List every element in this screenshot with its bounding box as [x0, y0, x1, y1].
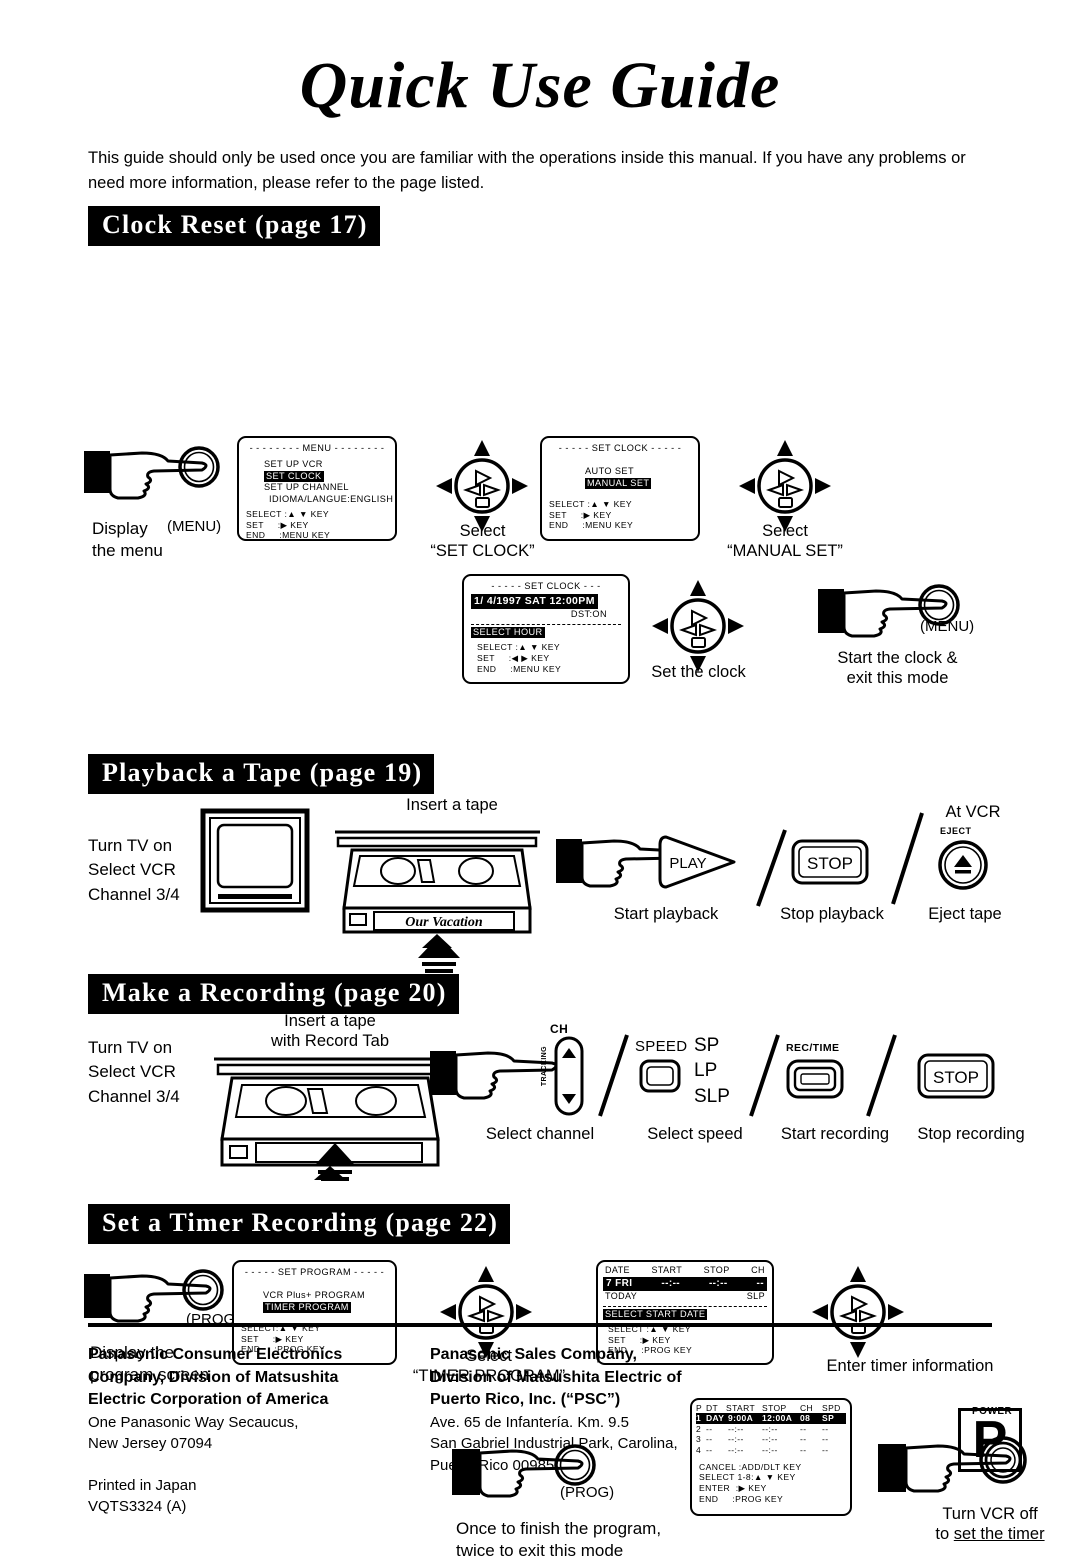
osd-clock-dst: DST:ON	[471, 609, 621, 621]
svg-text:PLAY: PLAY	[669, 855, 706, 872]
eject-label: EJECT	[940, 826, 972, 836]
separator-slash-2	[888, 809, 928, 914]
osd-timer-entry-prompt: SELECT START DATE	[603, 1309, 707, 1321]
clock-step1-caption: Display the menu	[92, 518, 163, 564]
osd-timer-entry-row: 7 FRI --:-- --:-- --	[603, 1277, 767, 1292]
playback-eject-caption: Eject tape	[905, 904, 1025, 924]
clock-step4-caption: Set the clock	[636, 662, 761, 682]
dpad-cluster-enter-timer-info[interactable]	[810, 1264, 906, 1365]
playback-play-caption: Start playback	[586, 904, 746, 924]
timer-step5-caption: Turn VCR off to set the timer	[900, 1504, 1080, 1544]
osd-clock-set-screen: - - - - - SET CLOCK - - - 1/ 4/1997 SAT …	[462, 574, 630, 684]
tv-set-icon	[200, 808, 310, 918]
playback-insert-label: Insert a tape	[352, 795, 552, 815]
manual-page: Quick Use Guide This guide should only b…	[0, 0, 1080, 1517]
recording-insert-label: Insert a tape with Record Tab	[215, 1011, 445, 1051]
osd-menu-item-1: SET CLOCK	[264, 471, 388, 483]
svg-text:STOP: STOP	[933, 1068, 979, 1087]
osd-clock-datetime: 1/ 4/1997 SAT 12:00PM	[471, 594, 598, 609]
recording-tv-instructions: Turn TV on Select VCR Channel 3/4	[88, 1036, 180, 1110]
footer-divider	[88, 1323, 992, 1327]
playback-at-vcr-label: At VCR	[918, 802, 1028, 822]
osd-set-clock-title: - - - - - SET CLOCK - - - - -	[549, 443, 691, 455]
svg-text:STOP: STOP	[807, 854, 853, 873]
channel-rocker-label: CH	[550, 1022, 568, 1036]
clock-step2-caption: Select “SET CLOCK”	[410, 521, 555, 561]
osd-menu-item-3: IDIOMA/LANGUE:ENGLISH	[264, 494, 388, 506]
vhs-tape-insert-icon: Our Vacation	[330, 824, 545, 954]
timer-set-timer-line: to set the timer	[900, 1524, 1080, 1544]
speed-button[interactable]	[638, 1058, 682, 1099]
separator-slash-3	[594, 1031, 634, 1126]
clock-step5-caption: Start the clock & exit this mode	[790, 648, 1005, 688]
osd-set-clock-item-0: AUTO SET	[585, 466, 691, 478]
hand-press-menu-exit-icon[interactable]	[818, 581, 968, 653]
rec-time-button[interactable]	[785, 1058, 845, 1105]
separator-slash-4	[745, 1031, 785, 1126]
footer-printed-block: Printed in Japan VQTS3324 (A)	[88, 1475, 418, 1518]
channel-tracking-rocker[interactable]	[550, 1036, 588, 1121]
stop-button-playback[interactable]: STOP	[790, 838, 870, 891]
section-header-clock-reset: Clock Reset (page 17)	[88, 206, 380, 246]
stop-button-recording[interactable]: STOP	[916, 1052, 996, 1105]
footer-right-block: Panasonic Sales Company, Division of Mat…	[430, 1344, 790, 1476]
menu-exit-button-label: (MENU)	[920, 618, 974, 635]
section-clock-reset: Clock Reset (page 17) (MENU) Display the…	[0, 196, 1080, 246]
osd-menu-item-2: SET UP CHANNEL	[264, 482, 388, 494]
recording-channel-caption: Select channel	[450, 1124, 630, 1144]
osd-set-clock-screen: - - - - - SET CLOCK - - - - - AUTO SET M…	[540, 436, 700, 541]
section-header-recording: Make a Recording (page 20)	[88, 974, 459, 1014]
osd-clock-set-title: - - - - - SET CLOCK - - -	[471, 581, 621, 593]
osd-clock-prompt: SELECT HOUR	[471, 627, 545, 639]
osd-menu-title: - - - - - - - - MENU - - - - - - - -	[246, 443, 388, 455]
tracking-label: TRACKING	[541, 1046, 548, 1086]
section-header-playback: Playback a Tape (page 19)	[88, 754, 434, 794]
osd-set-program-item-1: TIMER PROGRAM	[263, 1302, 388, 1314]
speed-options: SP LP SLP	[694, 1033, 730, 1110]
insert-arrow-recording-icon	[300, 1143, 370, 1190]
eject-button-icon[interactable]	[936, 838, 990, 897]
playback-tv-instructions: Turn TV on Select VCR Channel 3/4	[88, 834, 180, 908]
clock-step3-caption: Select “MANUAL SET”	[700, 521, 870, 561]
hand-press-menu-icon[interactable]	[84, 441, 224, 513]
timer-step3-caption: Enter timer information	[780, 1356, 1040, 1376]
speed-button-label: SPEED	[635, 1038, 687, 1055]
osd-set-clock-keys: SELECT :▲ ▼ KEY SET :▶ KEY END :MENU KEY	[549, 499, 691, 531]
menu-button-label: (MENU)	[167, 518, 221, 535]
svg-text:Our Vacation: Our Vacation	[405, 915, 483, 930]
rec-time-button-label: REC/TIME	[786, 1042, 839, 1054]
playback-stop-caption: Stop playback	[762, 904, 902, 924]
osd-set-program-item-0: VCR Plus+ PROGRAM	[263, 1290, 388, 1302]
osd-timer-today-label: TODAY	[605, 1291, 637, 1302]
osd-menu-keys: SELECT :▲ ▼ KEY SET :▶ KEY END :MENU KEY	[246, 509, 388, 541]
recording-stop-caption: Stop recording	[886, 1124, 1056, 1144]
intro-paragraph: This guide should only be used once you …	[88, 146, 992, 196]
page-title: Quick Use Guide	[0, 0, 1080, 132]
osd-set-program-title: - - - - - SET PROGRAM - - - - -	[241, 1267, 388, 1279]
separator-slash-5	[862, 1031, 902, 1126]
section-header-timer: Set a Timer Recording (page 22)	[88, 1204, 510, 1244]
panasonic-p-logo: P	[958, 1408, 1022, 1472]
hand-press-channel-icon[interactable]	[430, 1041, 570, 1113]
osd-clock-keys: SELECT :▲ ▼ KEY SET :◀ ▶ KEY END :MENU K…	[471, 642, 621, 674]
separator-slash-1	[752, 826, 792, 916]
osd-timer-entry-headers: DATE START STOP CH	[603, 1265, 767, 1276]
osd-menu-item-0: SET UP VCR	[264, 459, 388, 471]
hand-press-play-icon[interactable]: PLAY	[556, 831, 746, 901]
timer-step4-caption: Once to finish the program, twice to exi…	[456, 1518, 661, 1563]
footer-left-block: Panasonic Consumer Electronics Company, …	[88, 1344, 418, 1517]
osd-timer-speed-value: SLP	[747, 1291, 765, 1302]
prog-finish-button-label: (PROG)	[560, 1484, 614, 1501]
osd-menu-screen: - - - - - - - - MENU - - - - - - - - SET…	[237, 436, 397, 541]
osd-set-clock-item-1: MANUAL SET	[585, 478, 691, 490]
